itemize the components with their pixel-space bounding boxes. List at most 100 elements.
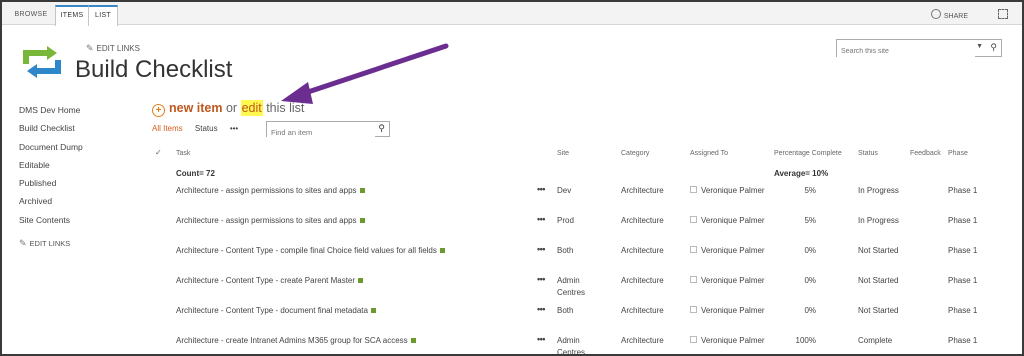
task-title[interactable]: Architecture - create Intranet Admins M3… [176, 336, 408, 345]
nav-item-editable[interactable]: Editable [19, 159, 83, 177]
share-label: SHARE [943, 13, 968, 20]
nav-item-document-dump[interactable]: Document Dump [19, 141, 83, 159]
assigned-cell[interactable]: Veronique Palmer [690, 335, 765, 347]
edit-links-top[interactable]: ✎ EDIT LINKS [86, 43, 140, 54]
sharepoint-window: BROWSE ITEMS LIST SHARE ✎ EDIT LINKS Buil… [0, 0, 1024, 356]
new-item-icon [439, 248, 445, 253]
item-menu-icon[interactable]: ••• [537, 304, 545, 314]
status-cell: Not Started [858, 276, 899, 285]
status-cell: Not Started [858, 246, 899, 255]
item-menu-icon[interactable]: ••• [537, 244, 545, 254]
task-cell[interactable]: Architecture - assign permissions to sit… [176, 215, 365, 227]
new-item-icon [410, 338, 416, 343]
assigned-name[interactable]: Veronique Palmer [701, 336, 765, 345]
percentage-cell: 5% [804, 216, 816, 225]
col-header-percentage[interactable]: Percentage Complete [774, 150, 842, 157]
assigned-cell[interactable]: Veronique Palmer [690, 305, 765, 317]
site-cell: Dev [557, 186, 572, 195]
select-all-checkmark-icon[interactable]: ✓ [155, 148, 162, 157]
col-header-status[interactable]: Status [858, 150, 878, 157]
focus-icon[interactable] [998, 9, 1008, 19]
col-header-site[interactable]: Site [557, 150, 569, 157]
task-title[interactable]: Architecture - assign permissions to sit… [176, 186, 357, 195]
search-site-box[interactable]: ▼ ⚲ [836, 39, 1002, 59]
presence-icon [690, 276, 697, 283]
col-header-task[interactable]: Task [176, 150, 190, 157]
assigned-cell[interactable]: Veronique Palmer [690, 215, 765, 227]
edit-list-link[interactable]: edit [240, 100, 263, 116]
table-row[interactable]: Architecture - assign permissions to sit… [2, 184, 1022, 215]
category-cell: Architecture [621, 246, 664, 255]
view-status[interactable]: Status [195, 124, 218, 133]
phase-cell: Phase 1 [948, 186, 978, 195]
find-item-box[interactable]: ⚲ [266, 121, 390, 139]
task-cell[interactable]: Architecture - Content Type - compile fi… [176, 245, 445, 257]
assigned-name[interactable]: Veronique Palmer [701, 276, 765, 285]
table-row[interactable]: Architecture - Content Type - document f… [2, 304, 1022, 335]
percentage-cell: 0% [804, 246, 816, 255]
task-cell[interactable]: Architecture - Content Type - create Par… [176, 275, 364, 287]
search-icon[interactable]: ⚲ [990, 42, 997, 53]
status-cell: In Progress [858, 186, 899, 195]
assigned-cell[interactable]: Veronique Palmer [690, 185, 765, 197]
list-actions: + new item or edit this list [152, 100, 305, 117]
assigned-name[interactable]: Veronique Palmer [701, 186, 765, 195]
col-header-category[interactable]: Category [621, 150, 649, 157]
plus-circle-icon[interactable]: + [152, 104, 165, 117]
assigned-cell[interactable]: Veronique Palmer [690, 275, 765, 287]
site-cell: Prod [557, 216, 574, 225]
task-title[interactable]: Architecture - Content Type - compile fi… [176, 246, 437, 255]
table-row[interactable]: Architecture - create Intranet Admins M3… [2, 334, 1022, 354]
task-title[interactable]: Architecture - assign permissions to sit… [176, 216, 357, 225]
site-logo-icon[interactable] [21, 44, 63, 80]
status-cell: Complete [858, 336, 893, 345]
col-header-phase[interactable]: Phase [948, 150, 968, 157]
search-icon[interactable]: ⚲ [378, 123, 385, 134]
category-cell: Architecture [621, 306, 664, 315]
task-cell[interactable]: Architecture - create Intranet Admins M3… [176, 335, 416, 347]
tab-items[interactable]: ITEMS [55, 5, 89, 26]
nav-item-dms-dev-home[interactable]: DMS Dev Home [19, 104, 83, 122]
this-list-text: this list [262, 101, 305, 115]
category-cell: Architecture [621, 336, 664, 345]
nav-item-build-checklist[interactable]: Build Checklist [19, 122, 83, 140]
item-menu-icon[interactable]: ••• [537, 334, 545, 344]
assigned-name[interactable]: Veronique Palmer [701, 306, 765, 315]
task-cell[interactable]: Architecture - Content Type - document f… [176, 305, 376, 317]
item-menu-icon[interactable]: ••• [537, 274, 545, 284]
task-title[interactable]: Architecture - Content Type - document f… [176, 306, 368, 315]
phase-cell: Phase 1 [948, 336, 978, 345]
table-row[interactable]: Architecture - Content Type - compile fi… [2, 244, 1022, 275]
find-item-input[interactable] [267, 126, 375, 139]
col-header-assigned-to[interactable]: Assigned To [690, 150, 728, 157]
table-row[interactable]: Architecture - Content Type - create Par… [2, 274, 1022, 305]
col-header-feedback[interactable]: Feedback [910, 150, 941, 157]
tab-list[interactable]: LIST [88, 5, 118, 26]
percentage-cell: 5% [804, 186, 816, 195]
phase-cell: Phase 1 [948, 306, 978, 315]
new-item-icon [359, 218, 365, 223]
new-item-icon [359, 188, 365, 193]
search-input[interactable] [837, 44, 975, 59]
new-item-link[interactable]: new item [169, 101, 223, 115]
ribbon: BROWSE ITEMS LIST SHARE [2, 2, 1022, 26]
site-cell: Both [557, 246, 574, 255]
assigned-name[interactable]: Veronique Palmer [701, 216, 765, 225]
more-views-icon[interactable]: ••• [230, 124, 238, 133]
table-row[interactable]: Architecture - assign permissions to sit… [2, 214, 1022, 245]
item-menu-icon[interactable]: ••• [537, 214, 545, 224]
tab-browse[interactable]: BROWSE [12, 6, 50, 24]
dropdown-arrow-icon[interactable]: ▼ [976, 43, 983, 50]
phase-cell: Phase 1 [948, 216, 978, 225]
assigned-name[interactable]: Veronique Palmer [701, 246, 765, 255]
view-all-items[interactable]: All Items [152, 124, 183, 133]
item-menu-icon[interactable]: ••• [537, 184, 545, 194]
pencil-icon: ✎ [86, 43, 94, 53]
share-button[interactable]: SHARE [930, 9, 968, 20]
assigned-cell[interactable]: Veronique Palmer [690, 245, 765, 257]
task-title[interactable]: Architecture - Content Type - create Par… [176, 276, 355, 285]
site-cell: Both [557, 306, 574, 315]
presence-icon [690, 216, 697, 223]
percentage-cell: 0% [804, 306, 816, 315]
task-cell[interactable]: Architecture - assign permissions to sit… [176, 185, 365, 197]
